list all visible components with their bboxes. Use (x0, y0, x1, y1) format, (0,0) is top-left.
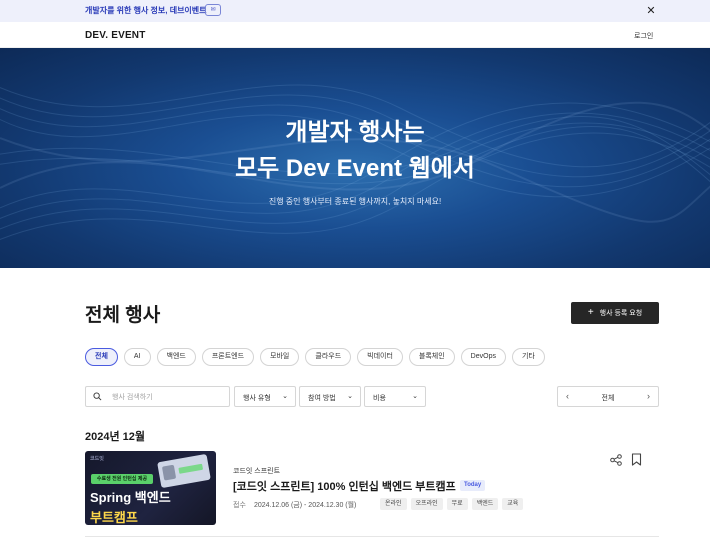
chevron-down-icon: ⌄ (282, 393, 288, 400)
share-icon[interactable] (610, 454, 622, 466)
join-method-label: 참여 방법 (308, 395, 336, 402)
join-method-select[interactable]: 참여 방법 ⌄ (299, 386, 361, 407)
event-organizer: 코드잇 스프린트 (233, 468, 281, 475)
chip-backend[interactable]: 백엔드 (156, 348, 196, 366)
tag-backend: 백엔드 (471, 498, 499, 510)
month-heading: 2024년 12월 (85, 431, 146, 443)
search-box (85, 386, 230, 407)
hero-title-line1: 개발자 행사는 (285, 119, 425, 146)
search-input[interactable] (112, 390, 224, 404)
request-event-label: 행사 등록 요청 (599, 310, 643, 317)
plus-icon: + (587, 307, 594, 318)
cost-label: 비용 (373, 395, 386, 402)
hero-title-line2: 모두 Dev Event 웹에서 (235, 155, 475, 182)
cost-select[interactable]: 비용 ⌄ (364, 386, 426, 407)
chip-etc[interactable]: 기타 (511, 348, 545, 366)
event-title[interactable]: [코드잇 스프린트] 100% 인턴십 백엔드 부트캠프 (233, 478, 456, 494)
chip-bigdata[interactable]: 빅데이터 (357, 348, 403, 366)
chip-ai[interactable]: AI (123, 348, 151, 366)
date-range: 2024.12.06 (금) - 2024.12.30 (월) (254, 502, 357, 509)
tag-free: 무료 (446, 498, 468, 510)
event-tags: 온라인 오프라인 무료 백엔드 교육 (380, 498, 524, 510)
chip-cloud[interactable]: 클라우드 (305, 348, 352, 366)
list-divider (85, 536, 659, 537)
tag-education: 교육 (502, 498, 524, 510)
chip-all[interactable]: 전체 (85, 348, 118, 366)
event-type-label: 행사 유형 (243, 395, 271, 402)
chip-blockchain[interactable]: 블록체인 (408, 348, 455, 366)
hero-subtitle: 진행 중인 행사부터 종료된 행사까지, 놓치지 마세요! (268, 197, 442, 206)
banner-text[interactable]: 개발자를 위한 행사 정보, 데브이벤트 (85, 5, 207, 16)
chip-devops[interactable]: DevOps (460, 348, 506, 366)
thumbnail-logo: 코드잇 (90, 456, 104, 462)
chevron-down-icon: ⌄ (412, 393, 418, 400)
event-type-select[interactable]: 행사 유형 ⌄ (234, 386, 296, 407)
login-link[interactable]: 로그인 (634, 31, 653, 41)
thumbnail-badge: 수료생 전원 인턴십 제공 (91, 474, 153, 484)
tag-offline: 오프라인 (410, 498, 443, 510)
chevron-right-icon[interactable]: › (647, 391, 650, 401)
date-label: 접수 (233, 502, 246, 509)
chip-frontend[interactable]: 프론트엔드 (201, 348, 255, 366)
thumbnail-line1: Spring 백엔드 (90, 490, 171, 505)
month-nav-label: 전체 (601, 395, 615, 402)
thumbnail-line2: 부트캠프 (90, 510, 138, 525)
bookmark-icon[interactable] (631, 453, 642, 466)
chevron-down-icon: ⌄ (347, 393, 353, 400)
chip-mobile[interactable]: 모바일 (260, 348, 300, 366)
search-icon (93, 392, 102, 401)
hero-banner: 개발자 행사는 모두 Dev Event 웹에서 진행 중인 행사부터 종료된 … (0, 48, 710, 268)
id-card-illustration (157, 453, 211, 489)
site-header: DEV. EVENT 로그인 (0, 22, 710, 48)
today-badge: Today (460, 480, 486, 491)
month-navigator: ‹ 전체 › (557, 386, 659, 407)
site-logo[interactable]: DEV. EVENT (85, 30, 146, 41)
event-thumbnail[interactable]: 코드잇 수료생 전원 인턴십 제공 Spring 백엔드 부트캠프 (85, 451, 216, 525)
tag-online: 온라인 (380, 498, 407, 510)
close-icon[interactable]: ✕ (645, 4, 657, 18)
top-banner: 개발자를 위한 행사 정보, 데브이벤트 ✉ ✕ (0, 0, 710, 22)
chat-icon: ✉ (205, 4, 221, 16)
category-chips: 전체 AI 백엔드 프론트엔드 모바일 클라우드 빅데이터 블록체인 DevOp… (85, 348, 545, 366)
request-event-button[interactable]: + 행사 등록 요청 (571, 302, 659, 324)
page-title: 전체 행사 (85, 305, 161, 326)
